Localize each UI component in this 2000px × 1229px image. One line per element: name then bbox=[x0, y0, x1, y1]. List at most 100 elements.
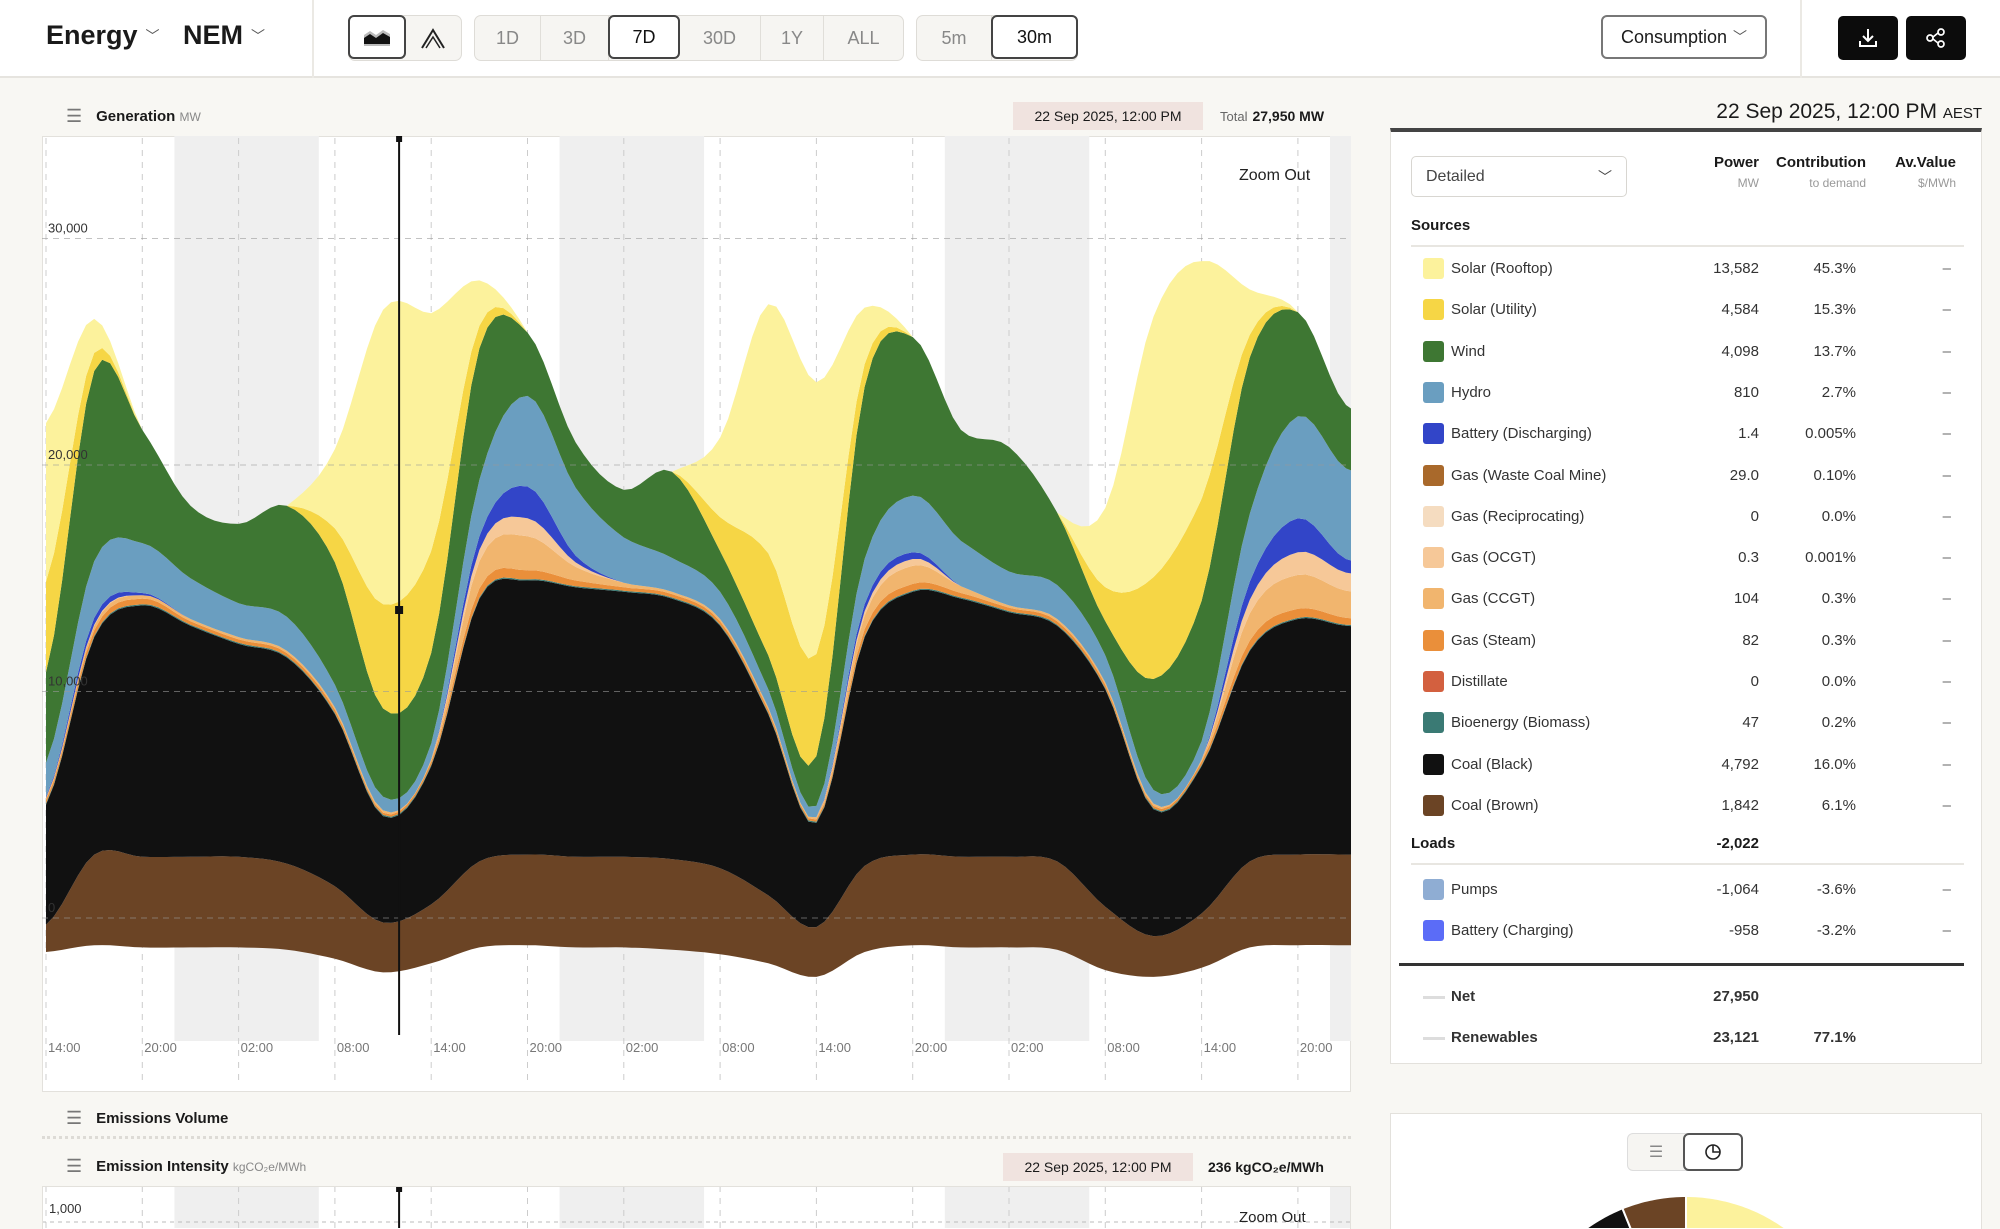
consumption-select[interactable]: Consumption ﹀ bbox=[1601, 15, 1767, 59]
divider bbox=[1800, 0, 1802, 78]
table-row[interactable]: Gas (Reciprocating) 0 0.0% – bbox=[1391, 502, 1981, 532]
table-row[interactable]: Wind 4,098 13.7% – bbox=[1391, 337, 1981, 367]
range-1y[interactable]: 1Y bbox=[761, 16, 824, 60]
x-tick-label: 20:00 bbox=[915, 1040, 948, 1055]
table-row[interactable]: Coal (Black) 4,792 16.0% – bbox=[1391, 750, 1981, 780]
table-row[interactable]: Coal (Brown) 1,842 6.1% – bbox=[1391, 791, 1981, 821]
emission-intensity-chart-svg[interactable] bbox=[42, 1186, 1351, 1228]
intensity-zoom-out-button[interactable]: Zoom Out bbox=[1239, 1209, 1306, 1226]
row-power: 4,584 bbox=[1721, 301, 1759, 319]
pie-slice bbox=[1621, 1195, 1687, 1229]
row-power: -958 bbox=[1728, 922, 1759, 940]
color-swatch bbox=[1423, 505, 1444, 527]
table-row[interactable]: Distillate 0 0.0% – bbox=[1391, 667, 1981, 697]
row-power: 1.4 bbox=[1738, 425, 1759, 443]
color-swatch bbox=[1423, 381, 1444, 403]
table-row[interactable]: Pumps -1,064 -3.6% – bbox=[1391, 875, 1981, 905]
row-contribution: 0.3% bbox=[1821, 631, 1856, 649]
row-value: – bbox=[1942, 755, 1951, 773]
intensity-value: 236 kgCO₂e/MWh bbox=[1208, 1159, 1324, 1175]
color-swatch bbox=[1423, 879, 1444, 900]
row-power: 4,792 bbox=[1721, 755, 1759, 773]
row-contribution: 0.10% bbox=[1813, 466, 1856, 484]
range-1d[interactable]: 1D bbox=[475, 16, 541, 60]
emission-intensity-unit: kgCO₂e/MWh bbox=[232, 1160, 307, 1174]
row-contribution: 16.0% bbox=[1813, 755, 1856, 773]
row-power: 104 bbox=[1733, 590, 1759, 608]
intensity-y-tick: 1,000 bbox=[49, 1201, 82, 1216]
generation-chart[interactable]: 0 10,000 20,000 30,000 14:00 20:00 02:00 08:00 1… bbox=[42, 136, 1351, 1092]
table-row[interactable]: Gas (OCGT) 0.3 0.001% – bbox=[1391, 543, 1981, 573]
detail-mode-select[interactable]: Detailed ﹀ bbox=[1411, 156, 1627, 197]
range-3d[interactable]: 3D bbox=[541, 16, 609, 60]
interval-30m[interactable]: 30m bbox=[991, 15, 1078, 59]
table-row[interactable]: Bioenergy (Biomass) 47 0.2% – bbox=[1391, 708, 1981, 738]
region-selector[interactable]: NEM ﹀ bbox=[183, 20, 265, 51]
summary-table: Detailed ﹀ Power MW Contribution to demand … bbox=[1390, 128, 1982, 1064]
chevron-down-icon: ﹀ bbox=[145, 27, 160, 44]
table-row[interactable]: Gas (Steam) 82 0.3% – bbox=[1391, 626, 1981, 656]
row-name: Coal (Black) bbox=[1451, 755, 1533, 773]
row-name: Gas (OCGT) bbox=[1451, 549, 1536, 567]
cursor-time-badge: 22 Sep 2025, 12:00 PM bbox=[1013, 102, 1203, 130]
table-row[interactable]: Hydro 810 2.7% – bbox=[1391, 378, 1981, 408]
emissions-volume-header[interactable]: ☰ Emissions Volume bbox=[66, 1108, 228, 1129]
menu-icon[interactable]: ☰ bbox=[66, 1156, 82, 1177]
table-row[interactable]: Solar (Utility) 4,584 15.3% – bbox=[1391, 295, 1981, 325]
range-all[interactable]: ALL bbox=[824, 16, 903, 60]
row-name: Hydro bbox=[1451, 383, 1492, 401]
download-button[interactable] bbox=[1838, 16, 1898, 60]
line-chart-button[interactable] bbox=[405, 16, 461, 60]
row-value: – bbox=[1942, 922, 1951, 940]
zoom-out-button[interactable]: Zoom Out bbox=[1239, 167, 1310, 185]
table-row[interactable]: Gas (CCGT) 104 0.3% – bbox=[1391, 584, 1981, 614]
range-30d[interactable]: 30D bbox=[679, 16, 761, 60]
row-value: – bbox=[1942, 631, 1951, 649]
table-row[interactable]: Battery (Discharging) 1.4 0.005% – bbox=[1391, 419, 1981, 449]
cursor-handle bbox=[396, 136, 403, 142]
emission-intensity-chart[interactable]: 1,000 Zoom Out bbox=[42, 1186, 1351, 1229]
interval-5m[interactable]: 5m bbox=[917, 16, 992, 60]
x-tick-label: 20:00 bbox=[1300, 1040, 1333, 1055]
row-contribution: 0.3% bbox=[1821, 590, 1856, 608]
table-row[interactable]: Gas (Waste Coal Mine) 29.0 0.10% – bbox=[1391, 461, 1981, 491]
generation-chart-svg[interactable]: 0 10,000 20,000 30,000 14:00 20:00 02:00 08:00 1… bbox=[42, 136, 1351, 1090]
stacked-area-icon bbox=[364, 30, 390, 46]
loads-total: -2,022 bbox=[1716, 835, 1759, 852]
menu-icon[interactable]: ☰ bbox=[66, 1108, 82, 1129]
emission-intensity-title: Emission Intensity bbox=[96, 1158, 229, 1175]
share-button[interactable] bbox=[1906, 16, 1966, 60]
generation-title: Generation bbox=[96, 108, 176, 125]
row-contribution: 77.1% bbox=[1813, 1029, 1856, 1047]
row-power: 47 bbox=[1742, 714, 1759, 732]
row-power: 27,950 bbox=[1713, 988, 1759, 1005]
row-name: Gas (Steam) bbox=[1451, 631, 1537, 649]
total-readout: Total 27,950 MW bbox=[1220, 102, 1324, 130]
column-header-power: Power MW bbox=[1714, 154, 1759, 190]
detail-mode-label: Detailed bbox=[1426, 167, 1485, 185]
x-tick-label: 02:00 bbox=[626, 1040, 659, 1055]
menu-icon[interactable]: ☰ bbox=[66, 106, 82, 127]
line-chart-icon bbox=[421, 28, 445, 49]
intensity-cursor-time-badge: 22 Sep 2025, 12:00 PM bbox=[1003, 1153, 1193, 1181]
total-label: Total bbox=[1220, 108, 1248, 124]
table-row[interactable]: Battery (Charging) -958 -3.2% – bbox=[1391, 916, 1981, 946]
table-row[interactable]: Solar (Rooftop) 13,582 45.3% – bbox=[1391, 254, 1981, 284]
y-tick-label: 10,000 bbox=[48, 674, 88, 689]
x-tick-label: 20:00 bbox=[530, 1040, 563, 1055]
x-tick-label: 14:00 bbox=[1204, 1040, 1237, 1055]
divider bbox=[1399, 963, 1964, 966]
range-7d[interactable]: 7D bbox=[608, 15, 680, 59]
x-tick-label: 08:00 bbox=[722, 1040, 755, 1055]
divider bbox=[1411, 863, 1964, 865]
divider bbox=[312, 0, 314, 78]
table-row[interactable]: Net 27,950 bbox=[1391, 982, 1981, 1012]
row-power: 29.0 bbox=[1729, 466, 1759, 484]
row-contribution: -3.6% bbox=[1816, 881, 1856, 898]
row-name: Pumps bbox=[1451, 881, 1498, 898]
stacked-area-button[interactable] bbox=[348, 15, 406, 59]
row-value: – bbox=[1942, 425, 1951, 443]
table-row[interactable]: Renewables 23,121 77.1% bbox=[1391, 1023, 1981, 1053]
app-selector[interactable]: Energy ﹀ bbox=[46, 20, 160, 51]
interval-toggle: 5m 30m bbox=[916, 15, 1078, 61]
